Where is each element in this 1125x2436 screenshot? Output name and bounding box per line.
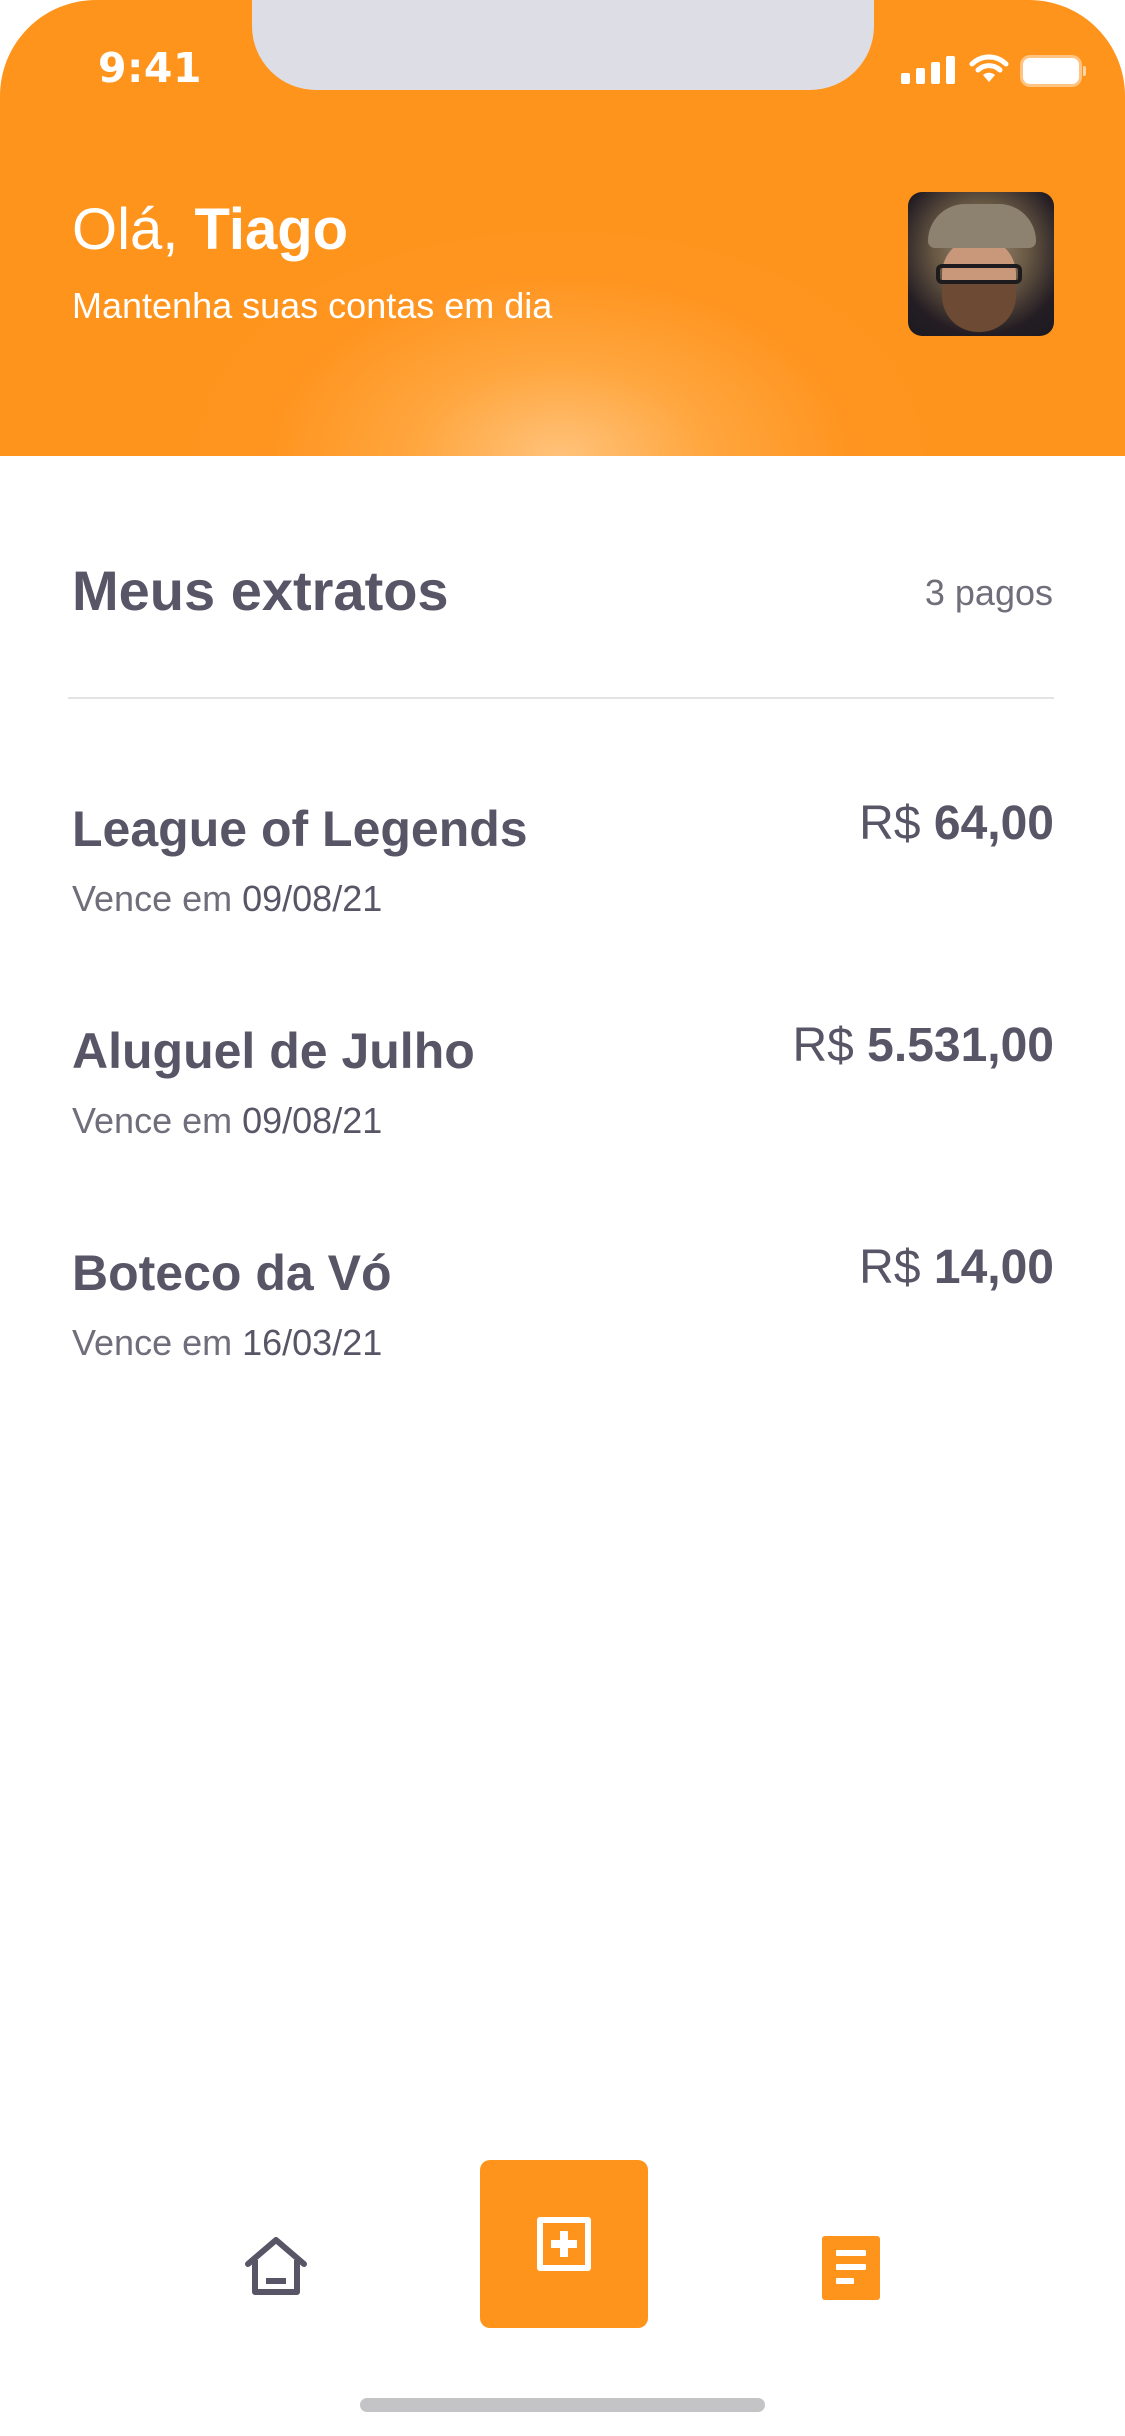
due-label: Vence em bbox=[72, 1322, 243, 1363]
due-date: 09/08/21 bbox=[242, 1100, 383, 1141]
bill-due: Vence em 16/03/21 bbox=[72, 1322, 382, 1364]
home-icon[interactable] bbox=[242, 2234, 310, 2298]
amount-value: 64,00 bbox=[933, 797, 1054, 850]
currency-symbol: R$ bbox=[792, 1019, 868, 1072]
divider bbox=[68, 697, 1054, 699]
bill-due: Vence em 09/08/21 bbox=[72, 1100, 382, 1142]
bill-due: Vence em 09/08/21 bbox=[72, 878, 382, 920]
device-notch bbox=[252, 0, 874, 90]
amount-value: 14,00 bbox=[933, 1241, 1054, 1294]
add-bill-button[interactable] bbox=[480, 2160, 648, 2328]
list-item[interactable]: Boteco da Vó Vence em 16/03/21 R$ 14,00 bbox=[72, 1241, 1054, 1404]
avatar-cap bbox=[928, 204, 1036, 248]
app-screen: 9:41 Olá, Tiago Mantenha suas contas em … bbox=[0, 0, 1125, 2436]
bill-name: Aluguel de Julho bbox=[72, 1023, 475, 1079]
paid-count: 3 pagos bbox=[924, 572, 1053, 613]
battery-icon bbox=[1023, 58, 1086, 84]
bill-name: Boteco da Vó bbox=[72, 1245, 392, 1301]
wifi-icon bbox=[969, 54, 1009, 82]
document-icon[interactable] bbox=[822, 2236, 880, 2300]
due-date: 09/08/21 bbox=[242, 878, 383, 919]
list-item[interactable]: Aluguel de Julho Vence em 09/08/21 R$ 5.… bbox=[72, 1019, 1054, 1182]
due-date: 16/03/21 bbox=[242, 1322, 383, 1363]
home-indicator[interactable] bbox=[360, 2398, 765, 2412]
due-label: Vence em bbox=[72, 878, 243, 919]
add-icon bbox=[537, 2217, 591, 2271]
avatar-glasses bbox=[936, 264, 1022, 284]
greeting-prefix: Olá, bbox=[72, 197, 195, 262]
bill-amount: R$ 14,00 bbox=[859, 1240, 1054, 1295]
status-icons bbox=[901, 54, 1086, 84]
cellular-signal-icon bbox=[901, 56, 955, 84]
bill-amount: R$ 64,00 bbox=[859, 796, 1054, 851]
user-name: Tiago bbox=[194, 197, 349, 262]
currency-symbol: R$ bbox=[859, 797, 934, 850]
header: 9:41 Olá, Tiago Mantenha suas contas em … bbox=[0, 0, 1125, 456]
header-subtitle: Mantenha suas contas em dia bbox=[72, 285, 553, 326]
avatar[interactable] bbox=[908, 192, 1054, 336]
section-title: Meus extratos bbox=[72, 559, 449, 622]
avatar-beard bbox=[942, 280, 1016, 332]
currency-symbol: R$ bbox=[859, 1241, 934, 1294]
due-label: Vence em bbox=[72, 1100, 243, 1141]
status-time: 9:41 bbox=[98, 44, 202, 92]
bill-name: League of Legends bbox=[72, 801, 528, 857]
bill-amount: R$ 5.531,00 bbox=[792, 1018, 1054, 1073]
greeting: Olá, Tiago bbox=[72, 196, 348, 263]
amount-value: 5.531,00 bbox=[867, 1019, 1054, 1072]
list-item[interactable]: League of Legends Vence em 09/08/21 R$ 6… bbox=[72, 797, 1054, 960]
